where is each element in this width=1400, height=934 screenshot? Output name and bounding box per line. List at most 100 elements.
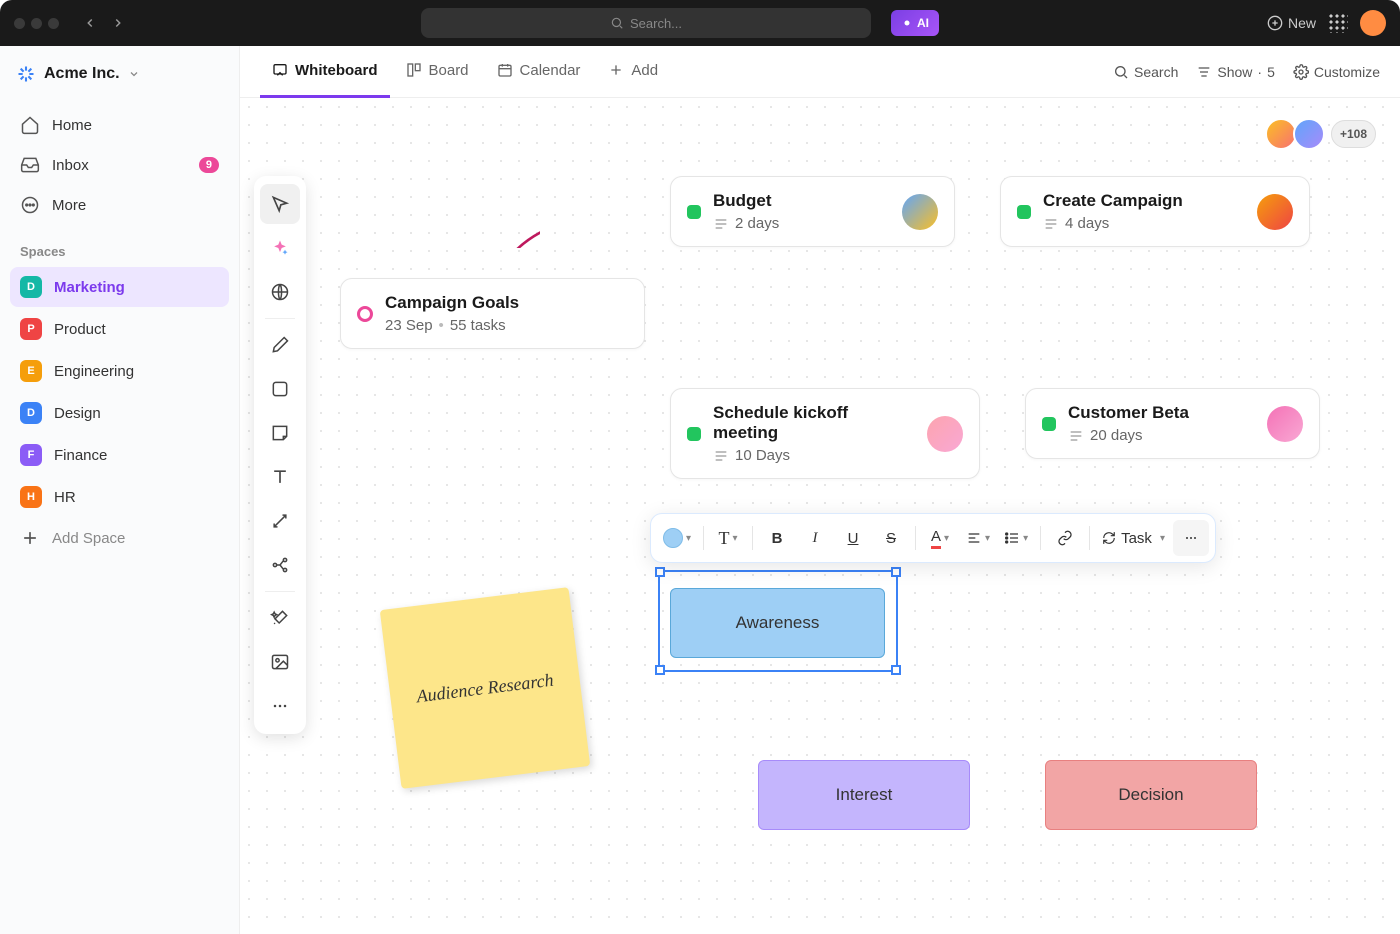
sidebar-space-design[interactable]: D Design: [10, 393, 229, 433]
sidebar-item-home[interactable]: Home: [10, 106, 229, 144]
description-icon: [713, 448, 729, 464]
tool-ai[interactable]: [260, 228, 300, 268]
plus-icon: [608, 62, 624, 78]
list-button[interactable]: ▾: [998, 520, 1034, 556]
flow-node-decision[interactable]: Decision: [1045, 760, 1257, 830]
tab-add-view[interactable]: Add: [596, 46, 670, 98]
sidebar-item-more[interactable]: More: [10, 186, 229, 224]
sidebar-space-product[interactable]: P Product: [10, 309, 229, 349]
more-icon: [20, 195, 40, 215]
calendar-icon: [497, 62, 513, 78]
more-collaborators[interactable]: +108: [1331, 120, 1376, 148]
tool-web[interactable]: [260, 272, 300, 312]
node-toolbar: ▾ T▾ B I U S A▾ ▾ ▾ Task▾: [650, 513, 1216, 563]
space-badge: D: [20, 276, 42, 298]
assignee-avatar[interactable]: [902, 194, 938, 230]
tool-palette: [254, 176, 306, 734]
text-color-button[interactable]: A▾: [922, 520, 958, 556]
more-options-button[interactable]: [1173, 520, 1209, 556]
link-button[interactable]: [1047, 520, 1083, 556]
inbox-icon: [20, 155, 40, 175]
resize-handle[interactable]: [891, 567, 901, 577]
status-square-icon: [687, 427, 701, 441]
apps-grid-icon[interactable]: [1330, 15, 1346, 31]
tab-whiteboard[interactable]: Whiteboard: [260, 46, 390, 98]
card-customer-beta[interactable]: Customer Beta 20 days: [1025, 388, 1320, 459]
tool-pen[interactable]: [260, 325, 300, 365]
color-picker-button[interactable]: ▾: [657, 520, 697, 556]
tool-more[interactable]: [260, 686, 300, 726]
resize-handle[interactable]: [655, 567, 665, 577]
description-icon: [1043, 216, 1059, 232]
tool-mindmap[interactable]: [260, 545, 300, 585]
global-search-input[interactable]: Search...: [421, 8, 871, 38]
sidebar-space-finance[interactable]: F Finance: [10, 435, 229, 475]
description-icon: [1068, 428, 1084, 444]
view-search-button[interactable]: Search: [1113, 64, 1178, 80]
plus-icon: [20, 528, 40, 548]
status-square-icon: [687, 205, 701, 219]
assignee-avatar[interactable]: [927, 416, 963, 452]
tool-connector[interactable]: [260, 501, 300, 541]
resize-handle[interactable]: [655, 665, 665, 675]
show-button[interactable]: Show·5: [1196, 64, 1275, 80]
home-icon: [20, 115, 40, 135]
space-badge: P: [20, 318, 42, 340]
inbox-badge: 9: [199, 157, 219, 173]
assignee-avatar[interactable]: [1267, 406, 1303, 442]
customize-button[interactable]: Customize: [1293, 64, 1380, 80]
sidebar: Acme Inc. Home Inbox 9 More Spaces D Mar…: [0, 46, 240, 934]
status-ring-icon: [357, 306, 373, 322]
status-square-icon: [1017, 205, 1031, 219]
sidebar-item-inbox[interactable]: Inbox 9: [10, 146, 229, 184]
card-kickoff[interactable]: Schedule kickoff meeting 10 Days: [670, 388, 980, 479]
tool-text[interactable]: [260, 457, 300, 497]
avatar[interactable]: [1293, 118, 1325, 150]
color-swatch: [663, 528, 683, 548]
tool-magic[interactable]: [260, 598, 300, 638]
space-badge: E: [20, 360, 42, 382]
tab-calendar[interactable]: Calendar: [485, 46, 593, 98]
card-budget[interactable]: Budget 2 days: [670, 176, 955, 247]
italic-button[interactable]: I: [797, 520, 833, 556]
underline-button[interactable]: U: [835, 520, 871, 556]
user-avatar[interactable]: [1360, 10, 1386, 36]
align-button[interactable]: ▾: [960, 520, 996, 556]
search-placeholder: Search...: [630, 16, 682, 31]
sidebar-space-engineering[interactable]: E Engineering: [10, 351, 229, 391]
sidebar-space-hr[interactable]: H HR: [10, 477, 229, 517]
tab-board[interactable]: Board: [394, 46, 481, 98]
flow-node-interest[interactable]: Interest: [758, 760, 970, 830]
new-button[interactable]: New: [1267, 15, 1316, 31]
assignee-avatar[interactable]: [1257, 194, 1293, 230]
strike-button[interactable]: S: [873, 520, 909, 556]
flow-node-awareness[interactable]: Awareness: [670, 588, 885, 658]
nav-back-button[interactable]: [77, 10, 103, 36]
tool-image[interactable]: [260, 642, 300, 682]
tool-shape[interactable]: [260, 369, 300, 409]
sticky-note[interactable]: Audience Research: [380, 587, 591, 789]
ai-button[interactable]: AI: [891, 10, 939, 36]
convert-task-button[interactable]: Task▾: [1096, 520, 1171, 556]
window-controls[interactable]: [14, 18, 59, 29]
sidebar-space-marketing[interactable]: D Marketing: [10, 267, 229, 307]
card-create-campaign[interactable]: Create Campaign 4 days: [1000, 176, 1310, 247]
nav-forward-button[interactable]: [105, 10, 131, 36]
card-title: Budget: [713, 191, 779, 211]
whiteboard-canvas[interactable]: +108: [240, 98, 1400, 934]
tool-sticky[interactable]: [260, 413, 300, 453]
space-badge: D: [20, 402, 42, 424]
font-button[interactable]: T▾: [710, 520, 746, 556]
canvas-collaborators[interactable]: +108: [1265, 118, 1376, 150]
chevron-down-icon: [128, 68, 140, 80]
card-title: Campaign Goals: [385, 293, 519, 313]
titlebar: Search... AI New: [0, 0, 1400, 46]
resize-handle[interactable]: [891, 665, 901, 675]
workspace-switcher[interactable]: Acme Inc.: [10, 60, 229, 98]
space-badge: H: [20, 486, 42, 508]
add-space-button[interactable]: Add Space: [10, 519, 229, 557]
tool-pointer[interactable]: [260, 184, 300, 224]
card-campaign-goals[interactable]: Campaign Goals 23 Sep•55 tasks: [340, 278, 645, 349]
logo-icon: [16, 64, 36, 84]
bold-button[interactable]: B: [759, 520, 795, 556]
